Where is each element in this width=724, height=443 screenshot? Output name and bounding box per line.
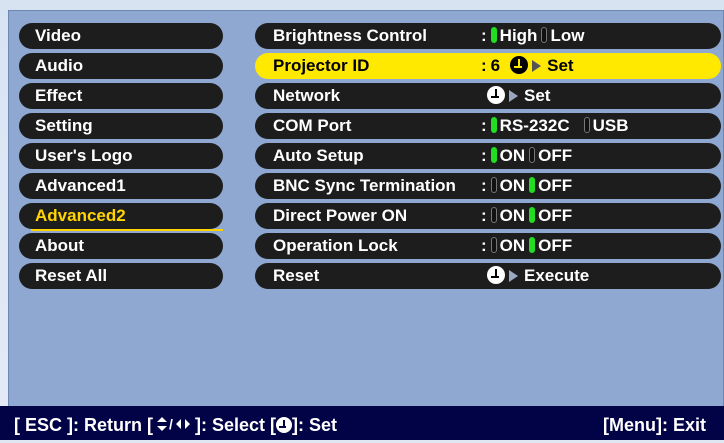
selected-indicator-icon xyxy=(529,237,536,253)
row-value: Set xyxy=(487,83,550,109)
selected-indicator-icon xyxy=(490,27,497,43)
menu-item-setting[interactable]: Setting xyxy=(19,113,223,139)
arrow-right-icon xyxy=(509,270,518,282)
colon: : xyxy=(481,56,487,75)
projector-menu-screen: Video Audio Effect Setting User's Logo A… xyxy=(0,0,724,440)
selected-indicator-icon xyxy=(529,177,536,193)
row-auto-setup[interactable]: Auto Setup : ON OFF xyxy=(255,143,721,169)
colon: : xyxy=(481,206,487,225)
option-off[interactable]: OFF xyxy=(538,146,572,165)
status-esc-return: [ ESC ]: Return [ xyxy=(14,415,153,435)
option-usb[interactable]: USB xyxy=(593,116,629,135)
menu-item-users-logo[interactable]: User's Logo xyxy=(19,143,223,169)
arrow-right-icon xyxy=(509,90,518,102)
row-label: Reset xyxy=(273,266,320,285)
row-label: Projector ID xyxy=(273,56,370,75)
row-label: Network xyxy=(273,86,341,105)
row-value: : ON OFF xyxy=(481,233,572,259)
option-on[interactable]: ON xyxy=(500,236,526,255)
option-rs232c[interactable]: RS-232C xyxy=(500,116,570,135)
status-bar: [ ESC ]: Return [ / ]: Select [ ]: Set [M… xyxy=(0,406,724,440)
menu-frame: Video Audio Effect Setting User's Logo A… xyxy=(8,10,724,430)
menu-item-video[interactable]: Video xyxy=(19,23,223,49)
row-value: :6 Set xyxy=(481,53,574,79)
execute-action[interactable]: Execute xyxy=(524,266,589,285)
unselected-indicator-icon xyxy=(490,237,497,253)
row-label: Auto Setup xyxy=(273,146,364,165)
enter-icon xyxy=(487,86,505,104)
selected-indicator-icon xyxy=(490,147,497,163)
menu-item-effect[interactable]: Effect xyxy=(19,83,223,109)
colon: : xyxy=(481,116,487,135)
row-operation-lock[interactable]: Operation Lock : ON OFF xyxy=(255,233,721,259)
option-on[interactable]: ON xyxy=(500,206,526,225)
row-value: : RS-232C USB xyxy=(481,113,629,139)
row-label: Brightness Control xyxy=(273,26,427,45)
option-low[interactable]: Low xyxy=(550,26,584,45)
row-value: : High Low xyxy=(481,23,584,49)
unselected-indicator-icon xyxy=(529,147,536,163)
status-set: ]: Set xyxy=(292,415,338,435)
menu-item-advanced1[interactable]: Advanced1 xyxy=(19,173,223,199)
status-help: [ ESC ]: Return [ / ]: Select [ ]: Set xyxy=(14,408,337,443)
enter-icon xyxy=(487,266,505,284)
row-value: : ON OFF xyxy=(481,173,572,199)
colon: : xyxy=(481,176,487,195)
enter-key-icon xyxy=(276,417,293,433)
row-network[interactable]: Network Set xyxy=(255,83,721,109)
row-value: : ON OFF xyxy=(481,203,572,229)
projector-id-value: 6 xyxy=(490,56,501,75)
selected-indicator-icon xyxy=(529,207,536,223)
option-on[interactable]: ON xyxy=(500,146,526,165)
unselected-indicator-icon xyxy=(541,27,548,43)
menu-item-audio[interactable]: Audio xyxy=(19,53,223,79)
unselected-indicator-icon xyxy=(583,117,590,133)
unselected-indicator-icon xyxy=(490,207,497,223)
settings-panel: Brightness Control : High Low Projector ID… xyxy=(255,23,723,305)
row-direct-power-on[interactable]: Direct Power ON : ON OFF xyxy=(255,203,721,229)
option-on[interactable]: ON xyxy=(500,176,526,195)
row-label: Operation Lock xyxy=(273,236,398,255)
menu-item-about[interactable]: About xyxy=(19,233,223,259)
row-label: COM Port xyxy=(273,116,352,135)
row-bnc-sync-termination[interactable]: BNC Sync Termination : ON OFF xyxy=(255,173,721,199)
row-reset[interactable]: Reset Execute xyxy=(255,263,721,289)
menu-item-advanced2[interactable]: Advanced2 xyxy=(19,203,223,229)
set-action[interactable]: Set xyxy=(524,86,550,105)
enter-icon xyxy=(510,56,529,74)
row-projector-id[interactable]: Projector ID :6 Set xyxy=(255,53,721,79)
set-action[interactable]: Set xyxy=(547,56,573,75)
option-off[interactable]: OFF xyxy=(538,176,572,195)
menu-item-reset-all[interactable]: Reset All xyxy=(19,263,223,289)
colon: : xyxy=(481,236,487,255)
row-value: : ON OFF xyxy=(481,143,572,169)
row-label: Direct Power ON xyxy=(273,206,408,225)
arrow-right-icon xyxy=(532,60,542,72)
colon: : xyxy=(481,26,487,45)
active-underline xyxy=(31,229,223,231)
selected-indicator-icon xyxy=(490,117,497,133)
updown-leftright-arrows-icon: / xyxy=(155,409,193,443)
status-menu-exit: [Menu]: Exit xyxy=(603,415,706,435)
row-value: Execute xyxy=(487,263,589,289)
svg-text:/: / xyxy=(169,416,173,432)
colon: : xyxy=(481,146,487,165)
option-off[interactable]: OFF xyxy=(538,206,572,225)
option-off[interactable]: OFF xyxy=(538,236,572,255)
row-label: BNC Sync Termination xyxy=(273,176,456,195)
unselected-indicator-icon xyxy=(490,177,497,193)
option-high[interactable]: High xyxy=(500,26,538,45)
status-select: ]: Select [ xyxy=(195,415,277,435)
row-brightness-control[interactable]: Brightness Control : High Low xyxy=(255,23,721,49)
row-com-port[interactable]: COM Port : RS-232C USB xyxy=(255,113,721,139)
